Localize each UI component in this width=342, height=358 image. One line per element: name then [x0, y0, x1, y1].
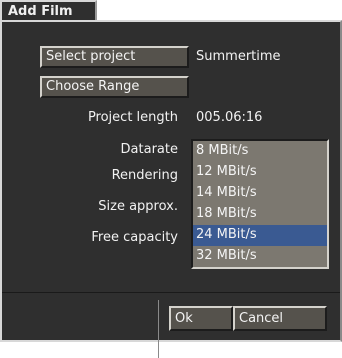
datarate-option-selected[interactable]: 24 MBit/s: [193, 225, 327, 246]
datarate-label: Datarate: [120, 142, 178, 157]
cancel-button[interactable]: Cancel: [233, 306, 327, 331]
datarate-option[interactable]: 14 MBit/s: [193, 183, 327, 204]
rendering-label: Rendering: [111, 168, 178, 183]
datarate-option[interactable]: 18 MBit/s: [193, 204, 327, 225]
dialog-title-tab: Add Film: [0, 0, 97, 22]
datarate-option[interactable]: 32 MBit/s: [193, 246, 327, 267]
datarate-option[interactable]: 12 MBit/s: [193, 162, 327, 183]
divider-vertical: [158, 300, 159, 358]
dialog-title: Add Film: [8, 4, 73, 19]
choose-range-button[interactable]: Choose Range: [40, 76, 189, 98]
project-length-label: Project length: [87, 110, 178, 125]
free-capacity-label: Free capacity: [91, 230, 178, 245]
project-length-value: 005.06:16: [196, 110, 263, 125]
select-project-button[interactable]: Select project: [40, 46, 189, 68]
ok-button[interactable]: Ok: [169, 306, 233, 331]
size-approx-label: Size approx.: [98, 199, 178, 214]
add-film-dialog: Select project Summertime Choose Range P…: [0, 20, 342, 358]
datarate-dropdown-list[interactable]: 8 MBit/s 12 MBit/s 14 MBit/s 18 MBit/s 2…: [191, 139, 329, 269]
datarate-option[interactable]: 8 MBit/s: [193, 141, 327, 162]
divider: [2, 292, 340, 293]
project-name: Summertime: [196, 49, 281, 64]
